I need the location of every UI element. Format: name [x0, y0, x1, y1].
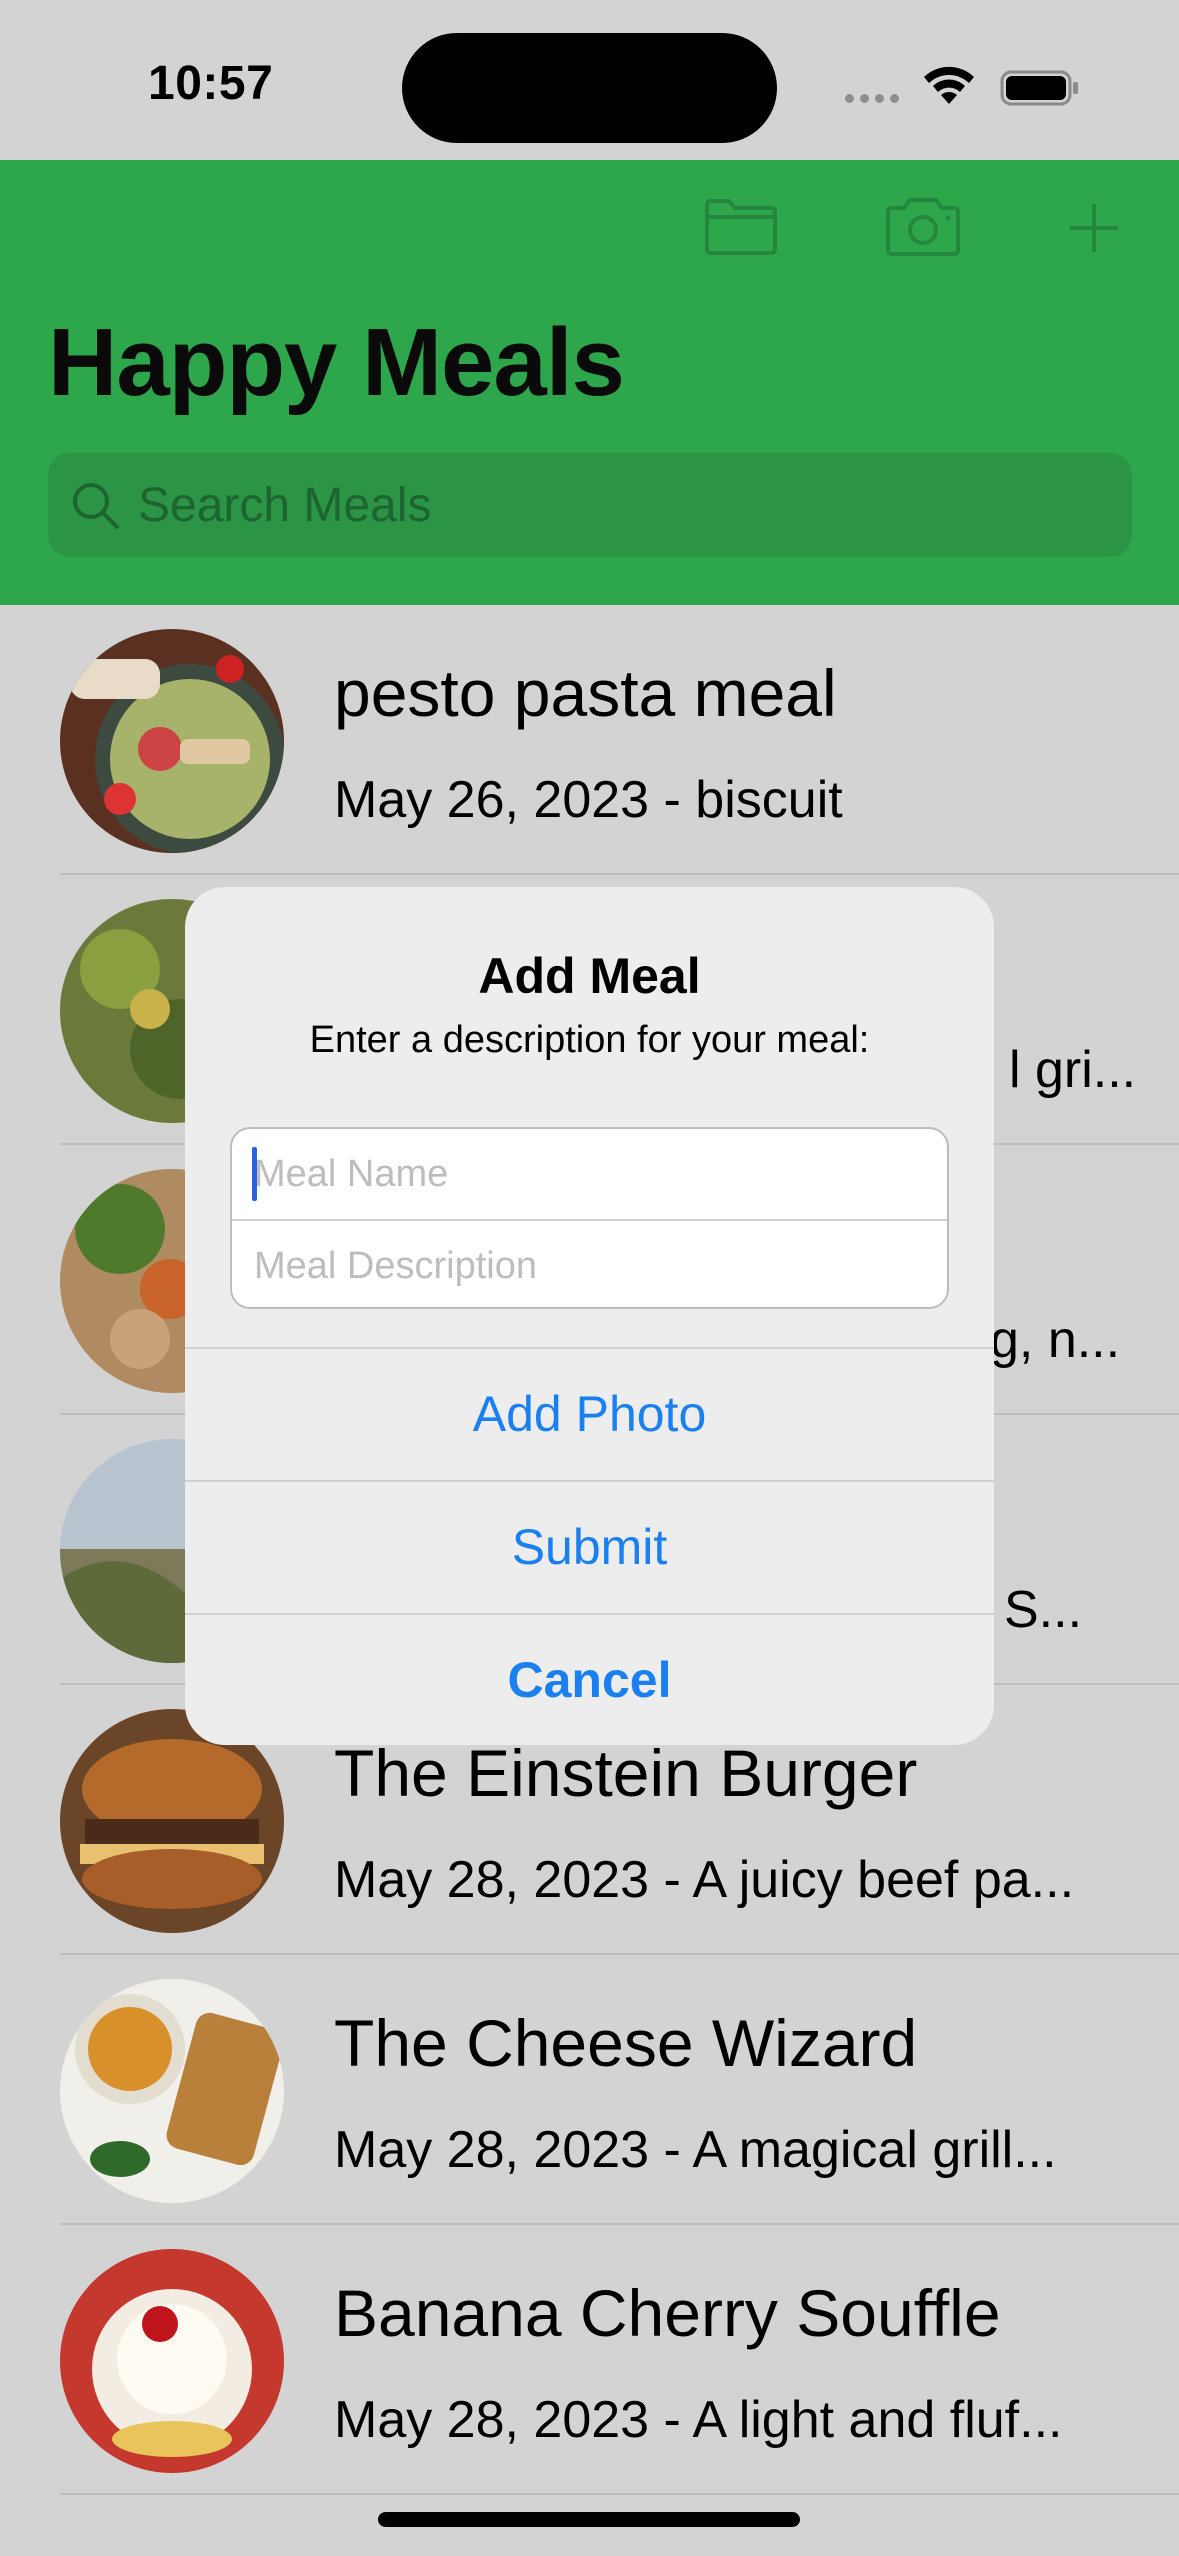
search-input[interactable] [138, 453, 1088, 557]
meal-photo [60, 1979, 284, 2203]
meal-subtitle: l gri... [1009, 1041, 1137, 1099]
list-item[interactable]: pesto pasta meal May 26, 2023 - biscuit [0, 605, 1179, 875]
meal-subtitle: g, n... [990, 1311, 1121, 1369]
camera-icon[interactable] [882, 194, 964, 258]
list-item[interactable]: The Cheese Wizard May 28, 2023 - A magic… [0, 1955, 1179, 2225]
wifi-icon [924, 66, 974, 104]
dialog-fields [230, 1127, 949, 1309]
meal-subtitle: May 28, 2023 - A magical grill... [334, 2121, 1057, 2179]
folder-icon[interactable] [703, 197, 779, 257]
meal-subtitle: May 28, 2023 - A light and fluf... [334, 2391, 1063, 2449]
status-bar: 10:57 [0, 0, 1179, 160]
meal-photo [60, 629, 284, 853]
list-item[interactable]: Banana Cherry Souffle May 28, 2023 - A l… [0, 2225, 1179, 2495]
submit-button[interactable]: Submit [185, 1480, 994, 1612]
dialog-title: Add Meal [478, 948, 701, 1004]
meal-description-field[interactable] [232, 1221, 947, 1307]
meal-title: pesto pasta meal [334, 656, 837, 730]
dynamic-island [402, 33, 777, 143]
search-bar[interactable] [48, 453, 1132, 557]
meal-title: The Cheese Wizard [334, 2006, 918, 2080]
home-indicator[interactable] [378, 2512, 800, 2527]
row-divider [60, 2493, 1179, 2495]
battery-icon [1000, 70, 1078, 106]
search-icon [73, 483, 119, 529]
add-icon[interactable] [1066, 200, 1122, 256]
cancel-button[interactable]: Cancel [185, 1613, 994, 1745]
add-photo-button[interactable]: Add Photo [185, 1347, 994, 1479]
meal-subtitle: May 28, 2023 - A juicy beef pa... [334, 1851, 1075, 1909]
dialog-message: Enter a description for your meal: [309, 1019, 870, 1061]
meal-title: Banana Cherry Souffle [334, 2276, 1001, 2350]
cellular-signal-icon [845, 94, 899, 103]
add-meal-dialog: Add Meal Enter a description for your me… [185, 887, 994, 1745]
status-time: 10:57 [148, 57, 274, 110]
meal-name-field[interactable] [232, 1129, 947, 1219]
meal-photo [60, 2249, 284, 2473]
page-title: Happy Meals [48, 309, 625, 416]
meal-subtitle: May 26, 2023 - biscuit [334, 771, 843, 829]
text-cursor [252, 1147, 257, 1201]
meal-title: The Einstein Burger [334, 1736, 918, 1810]
navigation-header: Happy Meals [0, 160, 1179, 605]
meal-subtitle: S... [1004, 1581, 1083, 1639]
